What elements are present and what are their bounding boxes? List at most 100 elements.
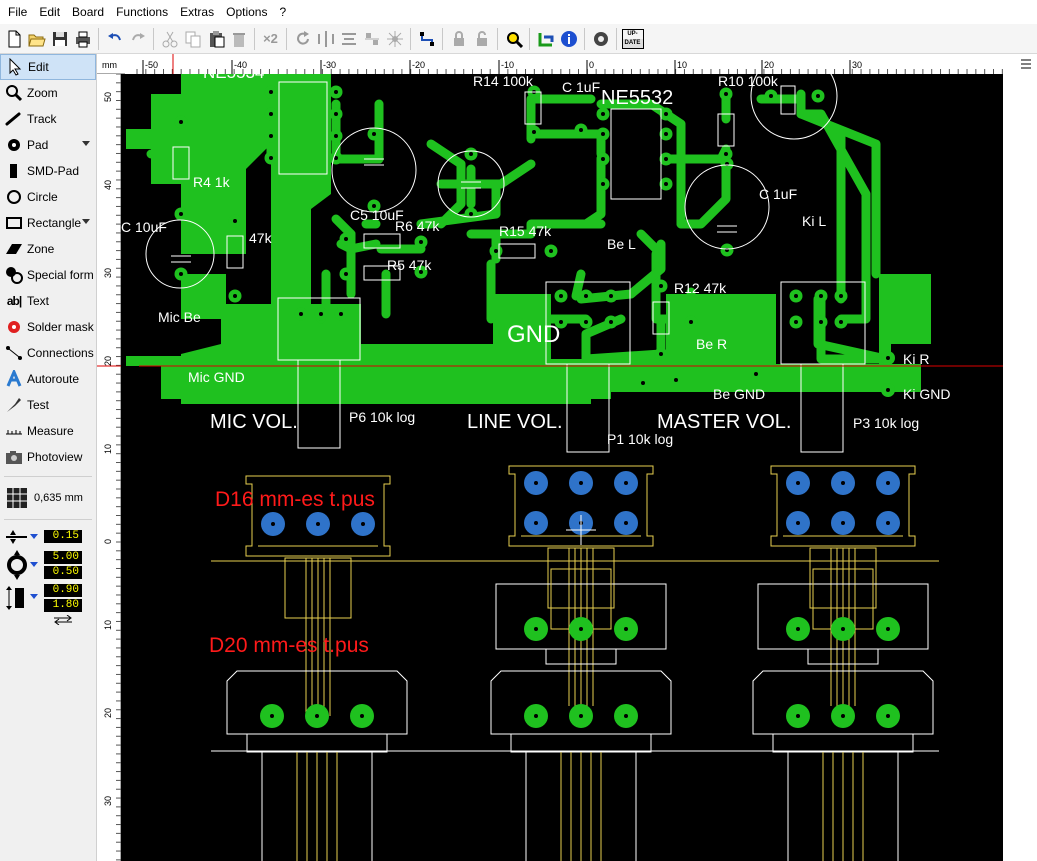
tool-zoom[interactable]: Zoom	[0, 80, 96, 106]
lock-icon[interactable]	[447, 27, 470, 51]
pad	[544, 244, 558, 258]
connection-icon[interactable]	[415, 27, 438, 51]
tool-text[interactable]: ab| Text	[0, 288, 96, 314]
ruler-top-label: -20	[412, 60, 425, 70]
group-icon[interactable]	[383, 27, 406, 51]
unlock-icon[interactable]	[470, 27, 493, 51]
duplicate-icon[interactable]: ×2	[259, 27, 282, 51]
print-icon[interactable]	[71, 27, 94, 51]
pad	[329, 85, 343, 99]
ruler-top-label: -50	[145, 60, 158, 70]
smd-width-input[interactable]: 0.90	[44, 584, 82, 597]
board-area[interactable]	[121, 74, 1003, 861]
info-icon[interactable]	[557, 27, 580, 51]
grid-setting[interactable]: 0,635 mm	[0, 483, 96, 513]
pad-size-dropdown[interactable]	[30, 562, 38, 567]
grid-icon	[6, 487, 28, 509]
pad	[414, 235, 428, 249]
tool-zone[interactable]: Zone	[0, 236, 96, 262]
special-form-icon	[5, 266, 23, 284]
drc-icon[interactable]	[534, 27, 557, 51]
tool-edit[interactable]: Edit	[0, 54, 96, 80]
label-r6: R6 47k	[395, 218, 440, 234]
board-canvas[interactable]: NE5534 R14 100k C 1uF NE5532 R10 100k R4…	[121, 74, 1037, 861]
chevron-down-icon[interactable]	[82, 141, 90, 146]
cut-icon[interactable]	[158, 27, 181, 51]
track-icon	[5, 110, 23, 128]
pad	[596, 107, 610, 121]
redo-icon[interactable]	[126, 27, 149, 51]
update-icon[interactable]: UP- DATE	[621, 27, 644, 51]
rotate-icon[interactable]	[291, 27, 314, 51]
tool-label: Edit	[28, 60, 49, 74]
pad	[720, 243, 734, 257]
tool-label: Text	[27, 294, 50, 308]
menu-functions[interactable]: Functions	[110, 2, 174, 22]
pad-inner-input[interactable]: 0.50	[44, 566, 82, 579]
ruler-left-label: 10	[103, 444, 113, 454]
tool-special-form[interactable]: Special form	[0, 262, 96, 288]
zoom-icon[interactable]	[502, 27, 525, 51]
pad	[228, 289, 242, 303]
label-kil: Ki L	[802, 213, 826, 229]
tool-test[interactable]: Test	[0, 392, 96, 418]
ruler-top-label: -10	[501, 60, 514, 70]
label-p1: P1 10k log	[607, 431, 673, 447]
menu-board[interactable]: Board	[66, 2, 110, 22]
pad	[264, 129, 278, 143]
mirror-v-icon[interactable]	[337, 27, 360, 51]
toolbar-separator	[254, 27, 255, 50]
open-icon[interactable]	[25, 27, 48, 51]
align-icon[interactable]	[360, 27, 383, 51]
pad-outer-input[interactable]: 5.00	[44, 551, 82, 564]
tool-label: Circle	[27, 190, 58, 204]
track-width-input[interactable]: 0.15	[44, 530, 82, 543]
tool-label: Connections	[27, 346, 94, 360]
menu-extras[interactable]: Extras	[174, 2, 220, 22]
pad	[814, 315, 828, 329]
label-c10uf: C 10uF	[121, 219, 167, 235]
pad	[264, 107, 278, 121]
pad	[654, 279, 668, 293]
track-width-dropdown[interactable]	[30, 534, 38, 539]
pad	[294, 307, 308, 321]
undo-icon[interactable]	[103, 27, 126, 51]
tool-solder-mask[interactable]: Solder mask	[0, 314, 96, 340]
delete-icon[interactable]	[227, 27, 250, 51]
menu-file[interactable]: File	[2, 2, 33, 22]
menu-edit[interactable]: Edit	[33, 2, 66, 22]
chevron-down-icon[interactable]	[82, 219, 90, 224]
tool-measure[interactable]: Measure	[0, 418, 96, 444]
zoom-out-icon[interactable]	[1017, 55, 1035, 72]
label-r10: R10 100k	[718, 74, 779, 89]
copy-icon[interactable]	[181, 27, 204, 51]
solder-mask-icon	[5, 318, 23, 336]
tool-label: Rectangle	[27, 216, 82, 230]
menu-options[interactable]: Options	[220, 2, 273, 22]
tool-autoroute[interactable]: Autoroute	[0, 366, 96, 392]
pad	[464, 207, 478, 221]
swap-icon[interactable]	[52, 614, 74, 628]
ruler-top-label: -40	[234, 60, 247, 70]
mirror-h-icon[interactable]	[314, 27, 337, 51]
pad	[527, 125, 541, 139]
pad	[814, 289, 828, 303]
paste-icon[interactable]	[204, 27, 227, 51]
tool-circle[interactable]: Circle	[0, 184, 96, 210]
save-icon[interactable]	[48, 27, 71, 51]
smd-size-dropdown[interactable]	[30, 594, 38, 599]
tool-pad[interactable]: Pad	[0, 132, 96, 158]
settings-icon[interactable]	[589, 27, 612, 51]
menu-help[interactable]: ?	[273, 2, 292, 22]
pad	[339, 232, 353, 246]
ruler-left-label: 10	[103, 620, 113, 630]
smd-height-input[interactable]: 1.80	[44, 599, 82, 612]
tool-photoview[interactable]: Photoview	[0, 444, 96, 470]
tool-connections[interactable]: Connections	[0, 340, 96, 366]
tool-smd-pad[interactable]: SMD-Pad	[0, 158, 96, 184]
pad	[811, 89, 825, 103]
tool-track[interactable]: Track	[0, 106, 96, 132]
pad	[329, 129, 343, 143]
new-icon[interactable]	[2, 27, 25, 51]
tool-rectangle[interactable]: Rectangle	[0, 210, 96, 236]
